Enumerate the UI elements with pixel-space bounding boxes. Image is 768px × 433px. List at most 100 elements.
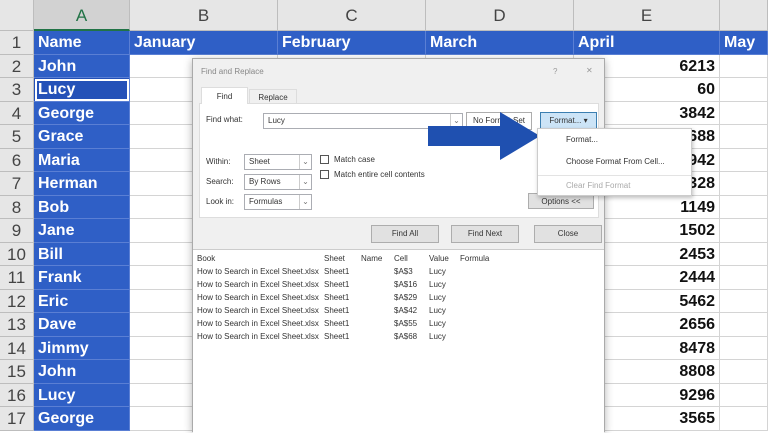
cell[interactable]	[720, 289, 768, 313]
cell[interactable]: Lucy	[34, 78, 130, 102]
cell[interactable]	[720, 242, 768, 266]
results-list[interactable]: Book Sheet Name Cell Value Formula How to Sear…	[193, 249, 604, 433]
find-all-button[interactable]: Find All	[371, 225, 439, 243]
header-cell[interactable]: May	[720, 31, 768, 55]
find-next-button[interactable]: Find Next	[451, 225, 519, 243]
cell[interactable]: George	[34, 407, 130, 431]
column-header[interactable]: C	[278, 0, 426, 31]
cell[interactable]: Lucy	[34, 383, 130, 407]
within-label: Within:	[206, 157, 231, 166]
cell[interactable]: Frank	[34, 266, 130, 290]
row-header[interactable]: 2	[0, 54, 34, 78]
cell[interactable]: Jimmy	[34, 336, 130, 360]
row-header[interactable]: 8	[0, 195, 34, 219]
row-header[interactable]: 15	[0, 360, 34, 384]
row-header[interactable]: 10	[0, 242, 34, 266]
header-cell[interactable]: Name	[34, 31, 130, 55]
cell[interactable]: Bob	[34, 195, 130, 219]
cell[interactable]	[720, 383, 768, 407]
cell[interactable]: Eric	[34, 289, 130, 313]
header-cell[interactable]: March	[426, 31, 574, 55]
cell[interactable]	[720, 360, 768, 384]
cell[interactable]	[720, 78, 768, 102]
match-case-checkbox[interactable]	[320, 155, 329, 164]
cell[interactable]	[720, 407, 768, 431]
column-header[interactable]: A	[34, 0, 130, 31]
cell[interactable]: Jane	[34, 219, 130, 243]
help-button[interactable]: ?	[553, 67, 557, 76]
within-select[interactable]: Sheet ⌄	[244, 154, 312, 170]
header-cell[interactable]: April	[574, 31, 720, 55]
cell[interactable]: John	[34, 54, 130, 78]
column-header[interactable]: E	[574, 0, 720, 31]
cell[interactable]: Herman	[34, 172, 130, 196]
result-row-col-3: $A$55	[394, 319, 418, 328]
cell[interactable]	[720, 125, 768, 149]
menu-item-format[interactable]: Format...	[566, 135, 598, 144]
close-icon[interactable]: ✕	[586, 66, 593, 75]
row-header[interactable]: 12	[0, 289, 34, 313]
cell[interactable]	[720, 336, 768, 360]
cell[interactable]: John	[34, 360, 130, 384]
header-cell[interactable]: January	[130, 31, 278, 55]
cell[interactable]	[720, 266, 768, 290]
cell[interactable]: Bill	[34, 242, 130, 266]
result-row-col-3: $A$16	[394, 280, 418, 289]
row-header[interactable]: 16	[0, 383, 34, 407]
format-button[interactable]: Format... ▾	[540, 112, 597, 129]
cell[interactable]: Grace	[34, 125, 130, 149]
row-header[interactable]: 3	[0, 78, 34, 102]
row-header[interactable]: 6	[0, 148, 34, 172]
column-header[interactable]	[720, 0, 768, 31]
cell[interactable]	[720, 172, 768, 196]
chevron-down-icon: ⌄	[299, 175, 311, 189]
result-row-col-0: How to Search in Excel Sheet.xlsx	[197, 280, 319, 289]
row-header[interactable]: 5	[0, 125, 34, 149]
result-row-col-0: How to Search in Excel Sheet.xlsx	[197, 306, 319, 315]
close-button[interactable]: Close	[534, 225, 602, 243]
row-header[interactable]: 1	[0, 31, 34, 55]
result-row-col-0: How to Search in Excel Sheet.xlsx	[197, 267, 319, 276]
result-row-col-0: How to Search in Excel Sheet.xlsx	[197, 293, 319, 302]
cell[interactable]: Dave	[34, 313, 130, 337]
row-header[interactable]: 11	[0, 266, 34, 290]
cell[interactable]	[720, 148, 768, 172]
row-header[interactable]: 17	[0, 407, 34, 431]
tab-replace[interactable]: Replace	[249, 89, 297, 104]
format-dropdown-menu: Format... Choose Format From Cell... Cle…	[537, 128, 692, 196]
search-value: By Rows	[249, 177, 281, 186]
result-row-col-1: Sheet1	[324, 293, 350, 302]
header-cell[interactable]: February	[278, 31, 426, 55]
row-header[interactable]: 9	[0, 219, 34, 243]
match-entire-checkbox[interactable]	[320, 170, 329, 179]
tab-find[interactable]: Find	[201, 87, 248, 104]
column-header[interactable]: D	[426, 0, 574, 31]
result-row-col-3: $A$3	[394, 267, 413, 276]
row-header[interactable]: 4	[0, 101, 34, 125]
cell[interactable]: Maria	[34, 148, 130, 172]
cell[interactable]	[720, 101, 768, 125]
format-button-label: Format...	[549, 116, 582, 125]
cell[interactable]	[720, 54, 768, 78]
cell[interactable]	[720, 313, 768, 337]
row-header[interactable]: 7	[0, 172, 34, 196]
within-value: Sheet	[249, 157, 270, 166]
row-header[interactable]: 13	[0, 313, 34, 337]
find-replace-dialog: Find and Replace ? ✕ Find Replace Find w…	[192, 58, 605, 433]
results-header-col-3: Cell	[394, 254, 408, 263]
menu-item-clear-find-format: Clear Find Format	[566, 181, 631, 190]
column-header[interactable]: B	[130, 0, 278, 31]
search-select[interactable]: By Rows ⌄	[244, 174, 312, 190]
menu-item-choose-format-from-cell[interactable]: Choose Format From Cell...	[566, 157, 665, 166]
arrow-right-icon	[428, 112, 540, 160]
results-header-col-0: Book	[197, 254, 216, 263]
look-in-label: Look in:	[206, 197, 235, 206]
row-header[interactable]: 14	[0, 336, 34, 360]
cell[interactable]	[720, 219, 768, 243]
results-header-col-5: Formula	[460, 254, 490, 263]
cell[interactable]: George	[34, 101, 130, 125]
look-in-select[interactable]: Formulas ⌄	[244, 194, 312, 210]
result-row-col-1: Sheet1	[324, 306, 350, 315]
cell[interactable]	[720, 195, 768, 219]
select-all-corner[interactable]	[0, 0, 34, 31]
